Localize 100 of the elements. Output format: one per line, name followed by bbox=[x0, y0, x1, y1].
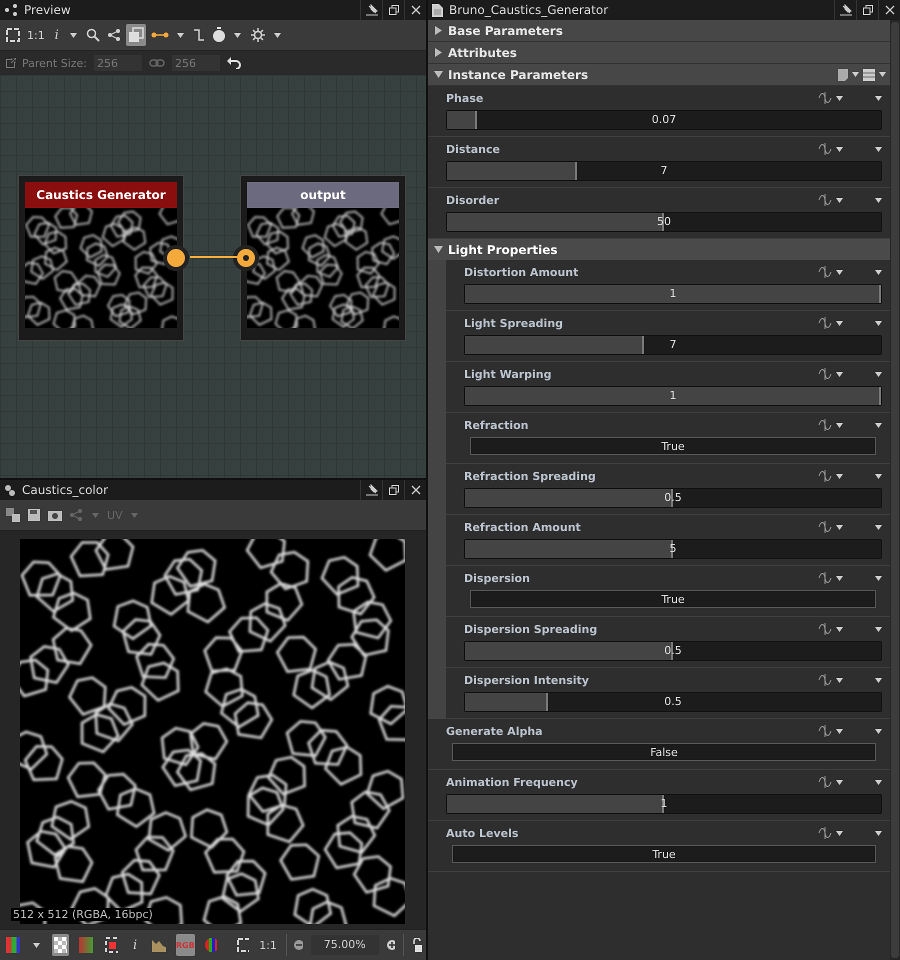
slider-track[interactable]: 0.5 bbox=[464, 488, 882, 508]
caret-icon bbox=[875, 422, 882, 428]
expanded-icon[interactable] bbox=[434, 70, 442, 79]
caret-icon bbox=[836, 524, 843, 530]
slider-track[interactable]: 1 bbox=[464, 284, 882, 304]
zoom-value: 75.00% bbox=[310, 935, 379, 955]
slider-track[interactable]: 1 bbox=[446, 794, 882, 814]
toolbar-button[interactable] bbox=[102, 934, 120, 956]
caret-icon bbox=[836, 728, 843, 734]
toolbar-button[interactable]: 1:1 bbox=[25, 24, 47, 46]
compare-icon bbox=[6, 508, 20, 522]
parent-size-label: Parent Size: bbox=[22, 56, 87, 70]
slider-track[interactable]: 0.5 bbox=[464, 692, 882, 712]
caret-icon bbox=[875, 576, 882, 580]
caret-icon bbox=[875, 198, 882, 202]
slider-fill[interactable] bbox=[447, 162, 578, 180]
graph-node[interactable]: Caustics Generator bbox=[18, 175, 184, 341]
curve-icon[interactable] bbox=[818, 143, 832, 155]
toolbar-button[interactable] bbox=[52, 934, 70, 956]
toggle-button[interactable]: True bbox=[470, 590, 876, 608]
pin-icon bbox=[840, 4, 852, 16]
caret-icon bbox=[852, 72, 859, 77]
curve-icon[interactable] bbox=[818, 368, 832, 380]
pin-icon bbox=[366, 4, 378, 16]
slider-fill[interactable] bbox=[465, 693, 548, 711]
curve-icon[interactable] bbox=[818, 521, 832, 533]
parameter-label: Auto Levels bbox=[446, 826, 520, 840]
toolbar-button[interactable]: i bbox=[128, 934, 142, 956]
panel-title: Bruno_Caustics_Generator bbox=[448, 3, 610, 17]
caret-icon bbox=[875, 96, 882, 100]
collapsed-icon[interactable] bbox=[434, 48, 442, 57]
caret-icon bbox=[875, 474, 882, 478]
toolbar-button[interactable] bbox=[126, 24, 146, 46]
curve-icon[interactable] bbox=[818, 194, 832, 206]
caret-icon bbox=[875, 780, 882, 784]
slider-track[interactable]: 7 bbox=[464, 335, 882, 355]
slider-fill[interactable] bbox=[447, 111, 478, 129]
caret-icon bbox=[274, 32, 282, 38]
curve-icon[interactable] bbox=[818, 317, 832, 329]
checker-icon bbox=[54, 937, 68, 953]
caret-icon bbox=[131, 512, 138, 518]
tile-icon bbox=[104, 937, 118, 953]
caret-icon bbox=[836, 146, 843, 152]
curve-icon[interactable] bbox=[818, 572, 832, 584]
zoom-out-icon[interactable] bbox=[294, 940, 303, 950]
curve-icon[interactable] bbox=[818, 470, 832, 482]
curve-icon[interactable] bbox=[818, 92, 832, 104]
slider-value: 0.5 bbox=[664, 643, 682, 659]
list-icon[interactable] bbox=[863, 68, 875, 80]
undo-icon[interactable] bbox=[227, 57, 241, 69]
caret-icon bbox=[836, 626, 843, 632]
fit-icon bbox=[6, 28, 20, 42]
toggle-button[interactable]: True bbox=[470, 437, 876, 455]
expanded-icon[interactable] bbox=[434, 245, 442, 254]
slider-value: 7 bbox=[670, 337, 676, 353]
curve-icon[interactable] bbox=[818, 419, 832, 431]
parameter-label: Generate Alpha bbox=[446, 724, 544, 738]
caret-icon bbox=[836, 96, 843, 100]
page-icon[interactable] bbox=[838, 68, 848, 80]
parameter-label: Refraction Amount bbox=[464, 520, 582, 534]
save-icon bbox=[27, 508, 41, 522]
unlock-icon[interactable] bbox=[412, 938, 422, 952]
curve-icon[interactable] bbox=[818, 623, 832, 635]
curve-icon[interactable] bbox=[818, 725, 832, 737]
slider-track[interactable]: 7 bbox=[446, 161, 882, 181]
toggle-button[interactable]: True bbox=[452, 845, 876, 863]
caret-icon bbox=[875, 372, 882, 376]
link-icon[interactable] bbox=[149, 58, 165, 68]
slider-track[interactable]: 0.07 bbox=[446, 110, 882, 130]
document-icon bbox=[432, 4, 443, 16]
curve-icon[interactable] bbox=[818, 674, 832, 686]
slider-track[interactable]: 1 bbox=[464, 386, 882, 406]
collapsed-icon[interactable] bbox=[434, 26, 442, 35]
curve-icon[interactable] bbox=[818, 827, 832, 839]
parameter-label: Light Warping bbox=[464, 368, 553, 380]
fit-icon bbox=[236, 938, 249, 952]
node-title: output bbox=[247, 182, 399, 208]
parameter-label: Dispersion Intensity bbox=[464, 674, 590, 686]
actual-size-button[interactable]: 1:1 bbox=[258, 934, 278, 956]
curve-icon[interactable] bbox=[818, 266, 832, 278]
graph-node[interactable]: output bbox=[240, 175, 406, 341]
scrollbar-thumb[interactable] bbox=[891, 22, 899, 958]
slider-value: 5 bbox=[670, 541, 676, 557]
caret-icon bbox=[92, 512, 98, 518]
slider-track[interactable]: 5 bbox=[464, 539, 882, 559]
toolbar-button[interactable]: i bbox=[50, 24, 64, 46]
close-icon bbox=[410, 5, 420, 15]
restore-icon bbox=[388, 485, 398, 495]
toggle-button[interactable]: False bbox=[452, 743, 876, 761]
camera-icon bbox=[48, 509, 62, 521]
slider-value: 50 bbox=[657, 214, 671, 230]
curve-icon[interactable] bbox=[818, 776, 832, 788]
slider-track[interactable]: 0.5 bbox=[464, 641, 882, 661]
zoom-in-icon[interactable] bbox=[386, 940, 395, 950]
caret-icon bbox=[836, 422, 843, 428]
connection-wire bbox=[190, 256, 240, 258]
restore-icon bbox=[388, 5, 398, 15]
slider-track[interactable]: 50 bbox=[446, 212, 882, 232]
parameter-label: Light Spreading bbox=[464, 316, 564, 330]
slider-fill[interactable] bbox=[465, 336, 644, 354]
